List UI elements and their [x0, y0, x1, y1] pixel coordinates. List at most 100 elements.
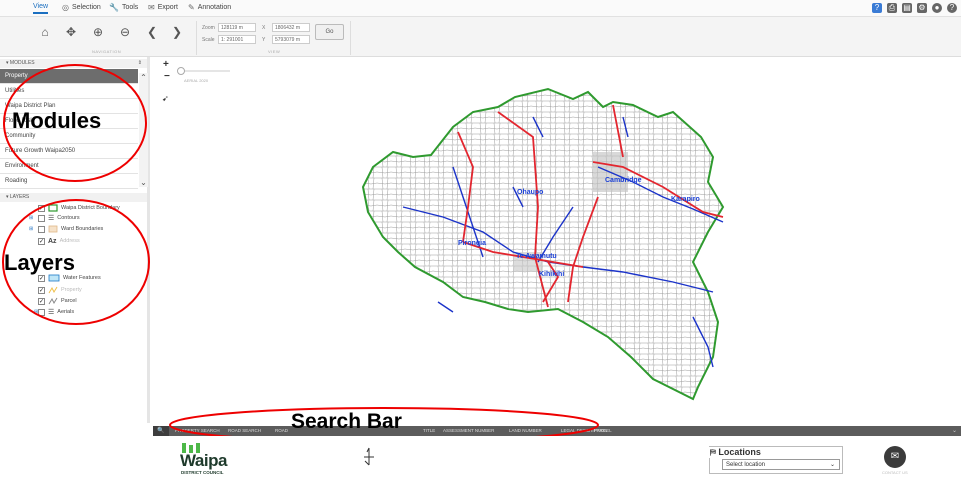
layers-header[interactable]: ▾ LAYERS: [0, 193, 147, 202]
gear-icon[interactable]: ⚙: [917, 3, 927, 13]
selection-icon: ◎: [62, 3, 69, 12]
place-label: Pirongia: [458, 240, 487, 247]
zoom-in-icon[interactable]: ⊕: [91, 25, 105, 39]
module-environment[interactable]: Environment: [0, 159, 138, 174]
place-label: Kihikihi: [539, 271, 565, 278]
print-icon[interactable]: ⎙: [887, 3, 897, 13]
tab-annotation[interactable]: ✎ Annotation: [188, 3, 231, 12]
layer-checkbox[interactable]: [38, 225, 45, 233]
help-guide-icon[interactable]: ?: [872, 3, 882, 13]
place-label: Karapiro: [671, 196, 700, 203]
left-panel: ▾ MODULES ⇕ Property Utilities Waipa Dist…: [0, 57, 150, 423]
chevron-down-icon: ⌄: [829, 462, 835, 468]
map-pin-icon: ⛿: [710, 448, 716, 457]
module-roading[interactable]: Roading: [0, 174, 138, 189]
layer-checkbox[interactable]: ✓: [38, 204, 45, 212]
opacity-slider-track[interactable]: [180, 70, 230, 72]
scale-label: Scale: [202, 37, 215, 43]
logo-subtitle: DISTRICT COUNCIL: [181, 470, 224, 475]
modules-scrollbar[interactable]: ⌃ ⌄: [139, 73, 148, 187]
logo-text: Waipa: [180, 451, 227, 470]
pan-icon[interactable]: ✥: [64, 25, 78, 39]
address-icon: Az: [48, 237, 57, 245]
zoom-field[interactable]: 128119 m: [218, 23, 256, 32]
place-label: Te Awamutu: [516, 253, 557, 260]
envelope-icon: ✉: [890, 451, 900, 462]
module-utilities[interactable]: Utilities: [0, 84, 138, 99]
search-tab-road-2[interactable]: ROAD: [275, 426, 288, 436]
layer-ward-boundaries[interactable]: Ward Boundaries: [38, 224, 103, 234]
back-icon[interactable]: ❮: [145, 25, 159, 39]
tab-view[interactable]: View: [33, 3, 49, 14]
property-swatch-icon: [48, 286, 58, 294]
zoom-label: Zoom: [202, 25, 215, 31]
ribbon: ⌂ ✥ ⊕ ⊖ ❮ ❯ NAVIGATION Zoom 128119 m Sca…: [0, 17, 961, 57]
layers-annotation: Layers: [4, 250, 75, 275]
search-tab-road[interactable]: ROAD SEARCH: [228, 426, 261, 436]
layer-checkbox[interactable]: [38, 308, 45, 316]
boundary-swatch-icon: [48, 204, 58, 212]
divider: [196, 21, 197, 55]
chat-icon[interactable]: ●: [932, 3, 942, 13]
layer-checkbox[interactable]: ✓: [38, 286, 45, 294]
zoom-out-icon[interactable]: ⊖: [118, 25, 132, 39]
place-label: Ohaupo: [517, 189, 544, 196]
search-tab-property[interactable]: PROPERTY SEARCH: [175, 426, 220, 436]
search-tab-title[interactable]: TITLE: [423, 426, 435, 436]
document-icon[interactable]: ▤: [902, 3, 912, 13]
tab-tools[interactable]: 🔧 Tools: [109, 3, 138, 12]
layers-stack-icon: ☰: [48, 309, 55, 316]
search-tab-parcel[interactable]: PARCEL: [594, 426, 612, 436]
map-canvas[interactable]: + − ➹ AERIAL 2020 Ohaupo Cambridge Karap…: [153, 57, 961, 423]
go-button[interactable]: Go: [315, 24, 344, 40]
pencil-icon: ✎: [188, 3, 195, 12]
scroll-up-icon[interactable]: ⌃: [139, 73, 148, 82]
location-select[interactable]: Select location ⌄: [722, 459, 840, 470]
search-bar-annotation: Search Bar: [291, 410, 402, 433]
modules-header[interactable]: ▾ MODULES ⇕: [0, 59, 147, 68]
modules-annotation: Modules: [12, 108, 102, 133]
search-icon[interactable]: 🔍: [153, 426, 169, 436]
expand-icon[interactable]: ⊞: [29, 226, 34, 232]
y-coordinate-field[interactable]: 5793079 m: [272, 35, 310, 44]
layer-address[interactable]: ✓ Az Address: [38, 236, 80, 246]
expand-icon[interactable]: ⊞: [29, 215, 34, 221]
tab-selection[interactable]: ◎ Selection: [62, 3, 101, 12]
locations-legend: ⛿ Locations: [708, 447, 763, 458]
place-label: Cambridge: [605, 177, 642, 184]
layer-property[interactable]: ✓ Property: [38, 285, 82, 295]
divider: [350, 21, 351, 55]
layer-aerials[interactable]: ☰ Aerials: [38, 307, 74, 317]
layer-contours[interactable]: ☰ Contours: [38, 213, 80, 223]
forward-icon[interactable]: ❯: [170, 25, 184, 39]
module-property[interactable]: Property: [0, 69, 138, 84]
layer-parcel[interactable]: ✓ Parcel: [38, 296, 77, 306]
layer-checkbox[interactable]: ✓: [38, 297, 45, 305]
search-tab-land-number[interactable]: LAND NUMBER: [509, 426, 542, 436]
pin-icon[interactable]: ⇕: [138, 59, 142, 68]
collapse-icon[interactable]: ⌄: [952, 426, 957, 436]
layer-district-boundary[interactable]: ✓ Waipa District Boundary: [38, 203, 120, 213]
home-icon[interactable]: ⌂: [38, 25, 52, 39]
module-future-growth[interactable]: Future Growth Waipa2050: [0, 144, 138, 159]
view-group-label: VIEW: [268, 49, 281, 54]
layer-checkbox[interactable]: ✓: [38, 237, 45, 245]
y-label: Y: [262, 37, 266, 43]
top-tab-bar: View ◎ Selection 🔧 Tools ✉ Export ✎ Annotati…: [0, 0, 961, 17]
opacity-slider-knob[interactable]: [177, 67, 185, 75]
scroll-down-icon[interactable]: ⌄: [139, 178, 148, 187]
ward-swatch-icon: [48, 225, 58, 233]
question-icon[interactable]: ?: [947, 3, 957, 13]
parcel-swatch-icon: [48, 297, 58, 305]
top-right-toolbar: ? ⎙ ▤ ⚙ ● ?: [872, 3, 957, 13]
x-label: X: [262, 25, 266, 31]
tab-export[interactable]: ✉ Export: [148, 3, 178, 12]
layer-checkbox[interactable]: [38, 214, 45, 222]
district-map: [361, 87, 725, 401]
scale-field[interactable]: 1: 291001: [218, 35, 256, 44]
app-window: View ◎ Selection 🔧 Tools ✉ Export ✎ Annotati…: [0, 0, 961, 479]
envelope-icon: ✉: [148, 3, 155, 12]
x-coordinate-field[interactable]: 1806432 m: [272, 23, 310, 32]
contact-us-button[interactable]: ✉: [884, 446, 906, 468]
search-tab-assessment-number[interactable]: ASSESSMENT NUMBER: [443, 426, 494, 436]
